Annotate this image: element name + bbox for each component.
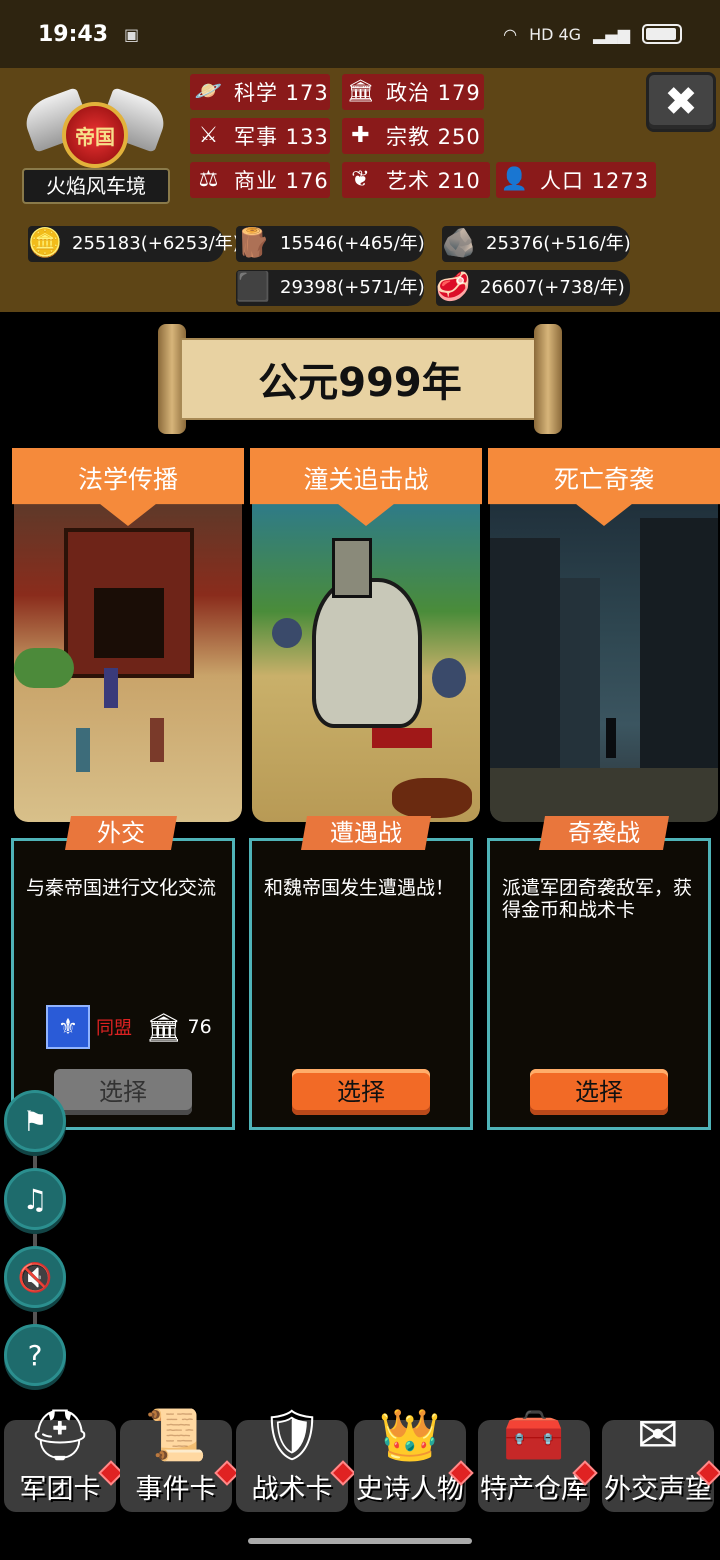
envelope-icon: ✉: [637, 1406, 679, 1464]
stat-population: 👤 人口 1273: [496, 162, 656, 198]
person-icon: 👤: [500, 167, 530, 192]
stat-military-label: 军事 133: [234, 125, 329, 149]
requirement-value: 76: [187, 1016, 212, 1038]
lotus-icon: ❦: [351, 167, 371, 192]
notification-icon: ▣: [124, 24, 140, 44]
sound-toggle-button[interactable]: 🔇: [4, 1246, 66, 1308]
crossed-swords-shield-icon: 🛡: [260, 1406, 324, 1464]
resource-wood-value: 15546(+465/年): [280, 233, 425, 254]
scroll-right-roll: [534, 324, 562, 434]
resource-iron: ⬛ 29398(+571/年): [236, 270, 425, 306]
home-indicator[interactable]: [248, 1538, 472, 1544]
resource-gold-value: 255183(+6253/年): [72, 233, 240, 254]
wifi-icon: ◠: [503, 24, 518, 44]
cross-icon: ✚: [351, 123, 371, 148]
nav-event-cards[interactable]: 📜 事件卡: [120, 1406, 240, 1512]
bank-icon: 🏛: [146, 1010, 182, 1044]
stat-military: ⚔ 军事 133: [190, 118, 330, 154]
nav-diplomacy-reputation[interactable]: ✉ 外交声望: [602, 1406, 720, 1512]
stat-religion: ✚ 宗教 250: [342, 118, 484, 154]
resource-meat-value: 26607(+738/年): [480, 277, 625, 298]
signal-icon: ▂▄▆: [593, 24, 630, 44]
card-type: 遭遇战: [301, 816, 431, 850]
choose-button[interactable]: 选择: [292, 1069, 430, 1115]
empire-shield-icon: 帝国: [62, 102, 128, 168]
resource-meat: 🥩 26607(+738/年): [436, 270, 630, 306]
stat-commerce: ⚖ 商业 176: [190, 162, 330, 198]
flag-button[interactable]: ⚑: [4, 1090, 66, 1152]
card-art-temple: [14, 498, 242, 822]
stat-population-label: 人口 1273: [540, 169, 650, 193]
nav-tactic-cards[interactable]: 🛡 战术卡: [236, 1406, 356, 1512]
card-panel: 与秦帝国进行文化交流 ⚜ 同盟 🏛 76 选择: [11, 838, 235, 1130]
card-requirement: ⚜ 同盟 🏛 76: [46, 1005, 212, 1049]
scales-icon: ⚖: [198, 167, 220, 192]
crown-icon: 👑: [378, 1406, 442, 1464]
help-button[interactable]: ?: [4, 1324, 66, 1386]
stat-politics-label: 政治 179: [386, 81, 481, 105]
bank-icon: 🏛: [346, 79, 376, 104]
card-type: 外交: [65, 816, 177, 850]
crossed-tools-icon: ⚔: [198, 123, 220, 148]
card-description: 与秦帝国进行文化交流: [26, 877, 217, 899]
status-bar: 19:43 ▣ ◠ HD 4G ▂▄▆: [0, 0, 720, 68]
ingot-icon: ⬛: [235, 270, 271, 303]
resource-header: 帝国 火焰风车境 🪐 科学 173 🏛 政治 179 ⚔ 军事 133 ✚ 宗教…: [0, 68, 720, 312]
resource-iron-value: 29398(+571/年): [280, 277, 425, 298]
treasure-chest-icon: 🧰: [502, 1406, 566, 1464]
close-button[interactable]: ✖: [646, 72, 716, 132]
network-label: HD 4G: [529, 24, 582, 44]
music-off-icon: ♫: [22, 1182, 48, 1216]
card-type: 奇袭战: [539, 816, 669, 850]
stat-science: 🪐 科学 173: [190, 74, 330, 110]
scroll-icon: 📜: [144, 1406, 208, 1464]
card-panel: 和魏帝国发生遭遇战！ 选择: [249, 838, 473, 1130]
stat-religion-label: 宗教 250: [386, 125, 481, 149]
card-panel: 派遣军团奇袭敌军，获得金币和战术卡 选择: [487, 838, 711, 1130]
stat-commerce-label: 商业 176: [234, 169, 329, 193]
clock: 19:43: [38, 21, 109, 47]
help-icon: ?: [27, 1338, 43, 1372]
logs-icon: 🪵: [235, 226, 271, 259]
choose-button[interactable]: 选择: [54, 1069, 192, 1115]
realm-name: 火焰风车境: [22, 168, 170, 204]
card-description: 派遣军团奇袭敌军，获得金币和战术卡: [502, 877, 693, 921]
stat-art: ❦ 艺术 210: [342, 162, 490, 198]
resource-stone: 🪨 25376(+516/年): [442, 226, 631, 262]
alliance-flag-icon: ⚜: [46, 1005, 90, 1049]
sound-off-icon: 🔇: [17, 1260, 53, 1294]
nav-legion-cards[interactable]: ⛑ 军团卡: [4, 1406, 124, 1512]
choose-button[interactable]: 选择: [530, 1069, 668, 1115]
card-art-ruined-city: [490, 498, 718, 822]
alliance-label: 同盟: [96, 1018, 132, 1039]
gold-coins-icon: 🪙: [27, 226, 63, 259]
nav-epic-figures[interactable]: 👑 史诗人物: [354, 1406, 474, 1512]
status-icons: ◠ HD 4G ▂▄▆: [503, 24, 682, 44]
stat-science-label: 科学 173: [234, 81, 329, 105]
stat-art-label: 艺术 210: [386, 169, 481, 193]
meat-icon: 🥩: [435, 270, 471, 303]
year-scroll: 公元999年: [158, 324, 562, 434]
ore-icon: 🪨: [441, 226, 477, 259]
nav-specialty-warehouse[interactable]: 🧰 特产仓库: [478, 1406, 598, 1512]
stat-politics: 🏛 政治 179: [342, 74, 484, 110]
close-icon: ✖: [664, 79, 698, 125]
year-label: 公元999年: [180, 338, 540, 420]
bottom-nav: ⛑ 军团卡 📜 事件卡 🛡 战术卡 👑 史诗人物 🧰 特产仓库 ✉ 外交声望: [0, 1406, 720, 1516]
music-toggle-button[interactable]: ♫: [4, 1168, 66, 1230]
resource-wood: 🪵 15546(+465/年): [236, 226, 425, 262]
flag-icon: ⚑: [22, 1104, 48, 1138]
helmet-icon: ⛑: [28, 1406, 92, 1464]
card-art-knight: [252, 498, 480, 822]
planet-icon: 🪐: [194, 79, 224, 104]
resource-gold: 🪙 255183(+6253/年): [28, 226, 240, 262]
card-description: 和魏帝国发生遭遇战！: [264, 877, 455, 899]
battery-icon: [642, 24, 682, 44]
resource-stone-value: 25376(+516/年): [486, 233, 631, 254]
